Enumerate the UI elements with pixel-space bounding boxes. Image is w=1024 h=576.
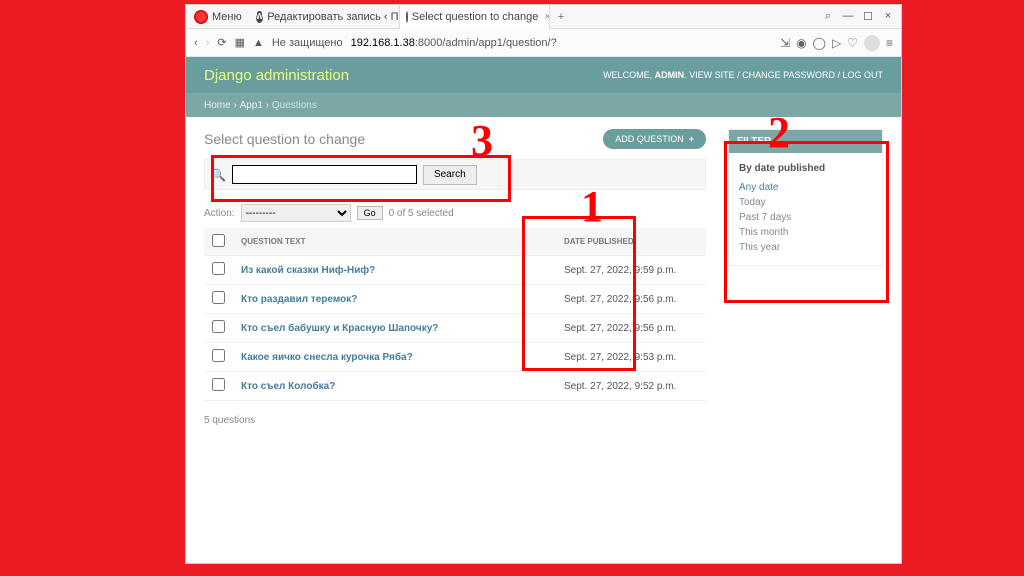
- action-label: Action:: [204, 208, 235, 219]
- search-bar: 🔍 Search: [204, 159, 706, 190]
- opera-icon: [194, 10, 208, 24]
- go-button[interactable]: Go: [357, 206, 383, 220]
- filter-option[interactable]: Any date: [739, 180, 872, 195]
- menu-label: Меню: [212, 11, 242, 23]
- browser-tab-strip: Меню W Редактировать запись ‹ П... × Sel…: [186, 5, 901, 29]
- breadcrumb-home[interactable]: Home: [204, 100, 231, 111]
- plus-icon: +: [689, 134, 694, 144]
- question-link[interactable]: Кто съел Колобка?: [241, 381, 335, 392]
- nav-back-button[interactable]: ‹: [194, 37, 198, 49]
- opera-menu-button[interactable]: Меню: [186, 10, 250, 24]
- not-secure-label: Не защищено: [272, 37, 343, 49]
- question-link[interactable]: Кто раздавил теремок?: [241, 294, 357, 305]
- user-tools: WELCOME, ADMIN. VIEW SITE / CHANGE PASSW…: [603, 70, 883, 80]
- play-icon[interactable]: ▷: [832, 36, 841, 50]
- profile-avatar[interactable]: [864, 35, 880, 51]
- results-table: QUESTION TEXT DATE PUBLISHED Из какой ск…: [204, 228, 706, 401]
- tab-label: Редактировать запись ‹ П...: [267, 11, 399, 23]
- search-button[interactable]: Search: [423, 165, 477, 185]
- reload-button[interactable]: ⟳: [217, 36, 226, 49]
- date-cell: Sept. 27, 2022, 9:56 p.m.: [556, 285, 706, 314]
- menu-icon[interactable]: ≡: [886, 36, 893, 50]
- change-password-link[interactable]: CHANGE PASSWORD: [742, 70, 835, 80]
- col-question-text[interactable]: QUESTION TEXT: [233, 228, 556, 256]
- search-glass-icon[interactable]: ⌕: [819, 10, 837, 23]
- new-tab-button[interactable]: +: [550, 11, 572, 23]
- result-count: 5 questions: [204, 415, 706, 426]
- filter-panel: FILTER By date published Any dateTodayPa…: [728, 129, 883, 266]
- row-checkbox[interactable]: [212, 378, 225, 391]
- date-cell: Sept. 27, 2022, 9:59 p.m.: [556, 256, 706, 285]
- search-input[interactable]: [232, 165, 417, 184]
- select-all-checkbox[interactable]: [212, 234, 225, 247]
- site-title[interactable]: Django administration: [204, 67, 349, 84]
- breadcrumb-app[interactable]: App1: [240, 100, 263, 111]
- row-checkbox[interactable]: [212, 291, 225, 304]
- row-checkbox[interactable]: [212, 262, 225, 275]
- wordpress-icon: W: [256, 11, 264, 23]
- action-select[interactable]: ---------: [241, 204, 351, 222]
- django-header: Django administration WELCOME, ADMIN. VI…: [186, 57, 901, 93]
- nav-forward-button[interactable]: ›: [206, 37, 210, 49]
- col-date-published[interactable]: DATE PUBLISHED: [556, 228, 706, 256]
- view-site-link[interactable]: VIEW SITE: [689, 70, 735, 80]
- question-link[interactable]: Какое яичко снесла курочка Ряба?: [241, 352, 413, 363]
- logout-link[interactable]: LOG OUT: [842, 70, 883, 80]
- row-checkbox[interactable]: [212, 349, 225, 362]
- date-cell: Sept. 27, 2022, 9:52 p.m.: [556, 372, 706, 401]
- table-row: Из какой сказки Ниф-Ниф? Sept. 27, 2022, …: [204, 256, 706, 285]
- filter-title: FILTER: [729, 130, 882, 153]
- date-cell: Sept. 27, 2022, 9:56 p.m.: [556, 314, 706, 343]
- camera-icon[interactable]: ◉: [796, 36, 806, 50]
- shield-icon[interactable]: ◯: [813, 36, 826, 50]
- filter-option[interactable]: This year: [739, 240, 872, 255]
- apps-icon[interactable]: ▦: [235, 36, 245, 49]
- table-row: Кто раздавил теремок? Sept. 27, 2022, 9:5…: [204, 285, 706, 314]
- screenshot-icon[interactable]: ⇲: [780, 36, 790, 50]
- tab-label: Select question to change: [412, 11, 539, 23]
- close-window-button[interactable]: ×: [879, 10, 897, 23]
- globe-icon: [406, 11, 408, 23]
- table-row: Кто съел Колобка? Sept. 27, 2022, 9:52 p.…: [204, 372, 706, 401]
- security-warning-icon: ▲: [253, 37, 264, 49]
- heart-icon[interactable]: ♡: [847, 36, 858, 50]
- search-icon: 🔍: [211, 168, 226, 182]
- question-link[interactable]: Из какой сказки Ниф-Ниф?: [241, 265, 375, 276]
- tab-django-admin[interactable]: Select question to change ×: [400, 5, 550, 29]
- row-checkbox[interactable]: [212, 320, 225, 333]
- question-link[interactable]: Кто съел бабушку и Красную Шапочку?: [241, 323, 438, 334]
- filter-option[interactable]: Past 7 days: [739, 210, 872, 225]
- date-cell: Sept. 27, 2022, 9:53 p.m.: [556, 343, 706, 372]
- filter-subtitle: By date published: [729, 153, 882, 180]
- minimize-button[interactable]: —: [839, 10, 857, 23]
- url-field[interactable]: 192.168.1.38:8000/admin/app1/question/?: [351, 37, 772, 49]
- breadcrumbs: Home › App1 › Questions: [186, 93, 901, 117]
- maximize-button[interactable]: ☐: [859, 10, 877, 23]
- address-bar: ‹ › ⟳ ▦ ▲ Не защищено 192.168.1.38:8000/…: [186, 29, 901, 57]
- tab-wordpress[interactable]: W Редактировать запись ‹ П... ×: [250, 5, 400, 29]
- filter-option[interactable]: This month: [739, 225, 872, 240]
- table-row: Какое яичко снесла курочка Ряба? Sept. 27…: [204, 343, 706, 372]
- breadcrumb-current: Questions: [272, 100, 317, 111]
- filter-option[interactable]: Today: [739, 195, 872, 210]
- selected-count: 0 of 5 selected: [389, 208, 454, 219]
- page-title: Select question to change: [204, 131, 365, 147]
- table-row: Кто съел бабушку и Красную Шапочку? Sept.…: [204, 314, 706, 343]
- add-question-button[interactable]: ADD QUESTION +: [603, 129, 706, 149]
